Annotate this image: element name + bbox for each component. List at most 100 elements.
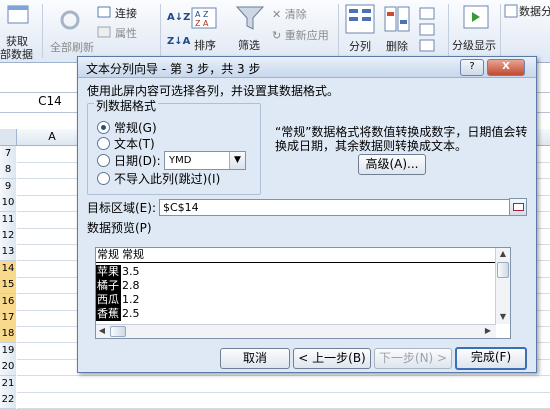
next-button[interactable]: 下一步(N) > — [374, 348, 452, 369]
radio-skip[interactable] — [97, 172, 110, 185]
row-header[interactable]: 8 — [0, 162, 16, 180]
scroll-down-icon[interactable]: ▼ — [497, 311, 509, 323]
preview-cell: 1.2 — [122, 293, 140, 306]
ribbon-separator — [500, 4, 501, 58]
clear-icon: ✕ — [272, 8, 285, 21]
row-header[interactable]: 18 — [0, 326, 16, 344]
row-header[interactable]: 15 — [0, 277, 16, 295]
row-header[interactable]: 7 — [0, 146, 16, 163]
preview-column-header[interactable]: 常规 — [97, 248, 119, 262]
preview-header-row: 常规 常规 — [96, 248, 498, 263]
preview-vertical-scrollbar[interactable]: ▲ ▼ — [495, 248, 510, 324]
scroll-right-icon[interactable]: ▶ — [482, 325, 494, 337]
help-button[interactable]: ? — [460, 59, 484, 76]
ribbon-separator — [160, 4, 161, 58]
clear-button[interactable]: ✕ 清除 — [272, 6, 307, 22]
row-header[interactable]: 12 — [0, 228, 16, 245]
properties-button[interactable]: 属性 — [115, 25, 137, 41]
remove-duplicates-button[interactable]: 删除 — [386, 38, 408, 54]
radio-general[interactable] — [97, 121, 110, 134]
data-preview-panel[interactable]: 常规 常规 苹果 3.5 橘子 2.8 西瓜 1.2 香蕉 2.5 ▲ ▼ ◀ ▶ — [95, 247, 511, 339]
sort-za-icon[interactable]: Z↓A — [167, 36, 190, 47]
ribbon-separator — [338, 4, 339, 58]
row-header[interactable]: 14 — [0, 260, 16, 278]
scroll-up-icon[interactable]: ▲ — [497, 248, 509, 260]
ribbon-separator — [448, 4, 449, 58]
column-format-legend: 列数据格式 — [94, 97, 159, 114]
preview-cell: 橘子 — [96, 279, 121, 293]
horizontal-scroll-thumb[interactable] — [110, 326, 126, 337]
date-format-select[interactable]: YMD ▼ — [164, 151, 246, 170]
row-header[interactable]: 21 — [0, 375, 16, 393]
filter-button[interactable]: 筛选 — [238, 37, 260, 53]
row-header[interactable]: 16 — [0, 293, 16, 311]
close-button[interactable]: X — [487, 59, 525, 76]
chevron-down-icon[interactable]: ▼ — [229, 152, 245, 169]
row-header[interactable]: 10 — [0, 195, 16, 213]
radio-text[interactable] — [97, 137, 110, 150]
grid-line — [17, 375, 550, 377]
row-header[interactable]: 17 — [0, 310, 16, 327]
destination-value: $C$14 — [163, 201, 199, 214]
preview-cell: 苹果 — [96, 265, 121, 279]
remove-duplicates-icon — [384, 6, 410, 32]
preview-horizontal-scrollbar[interactable]: ◀ ▶ — [96, 324, 496, 338]
get-external-data-icon — [7, 5, 29, 24]
text-import-wizard-dialog: 文本分列向导 - 第 3 步，共 3 步 ? X 使用此屏内容可选择各列，并设置… — [77, 56, 537, 373]
finish-button[interactable]: 完成(F) — [455, 347, 527, 370]
outline-button[interactable]: 分级显示 — [452, 37, 496, 53]
preview-column-header[interactable]: 常规 — [122, 248, 144, 262]
preview-cell: 2.5 — [122, 307, 140, 320]
format-description: “常规”数据格式将数值转换成数字，日期值会转换成日期，其余数据则转换成文本。 — [275, 125, 528, 153]
data-tools-icons — [419, 7, 435, 52]
data-analysis-icon — [504, 4, 518, 18]
preview-cell: 3.5 — [122, 265, 140, 278]
dialog-titlebar[interactable]: 文本分列向导 - 第 3 步，共 3 步 ? X — [78, 57, 536, 78]
dialog-title: 文本分列向导 - 第 3 步，共 3 步 — [86, 62, 261, 76]
data-analysis-button[interactable]: 数据分 — [519, 3, 550, 19]
connections-icon — [97, 6, 111, 18]
cancel-button[interactable]: 取消 — [220, 348, 290, 369]
properties-icon — [97, 26, 111, 38]
preview-cell: 西瓜 — [96, 293, 121, 307]
preview-cell: 香蕉 — [96, 307, 121, 321]
text-to-columns-icon — [345, 4, 375, 34]
radio-date-label[interactable]: 日期(D): — [114, 152, 161, 169]
row-header[interactable]: 22 — [0, 392, 16, 409]
preview-cell: 2.8 — [122, 279, 140, 292]
row-header[interactable]: 9 — [0, 178, 16, 196]
radio-text-label[interactable]: 文本(T) — [114, 135, 155, 152]
connections-button[interactable]: 连接 — [115, 5, 137, 21]
collapse-dialog-icon[interactable] — [509, 198, 527, 216]
get-data-sub-label: 部数据 — [0, 48, 33, 61]
back-button[interactable]: < 上一步(B) — [293, 348, 371, 369]
sort-az-icon[interactable]: A↓Z — [167, 12, 190, 23]
radio-skip-label[interactable]: 不导入此列(跳过)(I) — [114, 170, 220, 187]
sort-dialog-icon: A ZZ A — [191, 7, 217, 29]
scroll-left-icon[interactable]: ◀ — [96, 325, 108, 337]
select-all-corner[interactable] — [0, 129, 17, 145]
text-to-columns-button[interactable]: 分列 — [349, 38, 371, 54]
row-header[interactable]: 13 — [0, 244, 16, 262]
grid-line — [17, 391, 550, 393]
data-preview-label: 数据预览(P) — [87, 221, 152, 235]
vertical-scroll-thumb[interactable] — [497, 262, 509, 278]
radio-general-label[interactable]: 常规(G) — [114, 119, 157, 136]
sort-button[interactable]: 排序 — [194, 37, 216, 53]
refresh-all-button[interactable]: 全部刷新 — [50, 39, 94, 55]
svg-text:Z A: Z A — [195, 19, 209, 28]
reapply-icon: ↻ — [272, 29, 285, 42]
ribbon: 获取 部数据 全部刷新 连接 属性 A↓Z A ZZ A 排序 Z↓A 筛选 ✕… — [0, 0, 550, 63]
ribbon-separator — [42, 4, 43, 58]
advanced-button[interactable]: 高级(A)... — [358, 154, 426, 175]
row-header[interactable]: 20 — [0, 359, 16, 377]
refresh-icon — [60, 10, 80, 30]
radio-date[interactable] — [97, 154, 110, 167]
destination-input[interactable]: $C$14 — [159, 199, 511, 216]
date-format-value: YMD — [169, 155, 192, 166]
row-header[interactable]: 11 — [0, 211, 16, 229]
row-header[interactable]: 19 — [0, 342, 16, 360]
reapply-button[interactable]: ↻ 重新应用 — [272, 27, 329, 43]
outline-icon — [463, 5, 489, 29]
svg-text:A Z: A Z — [195, 10, 209, 19]
